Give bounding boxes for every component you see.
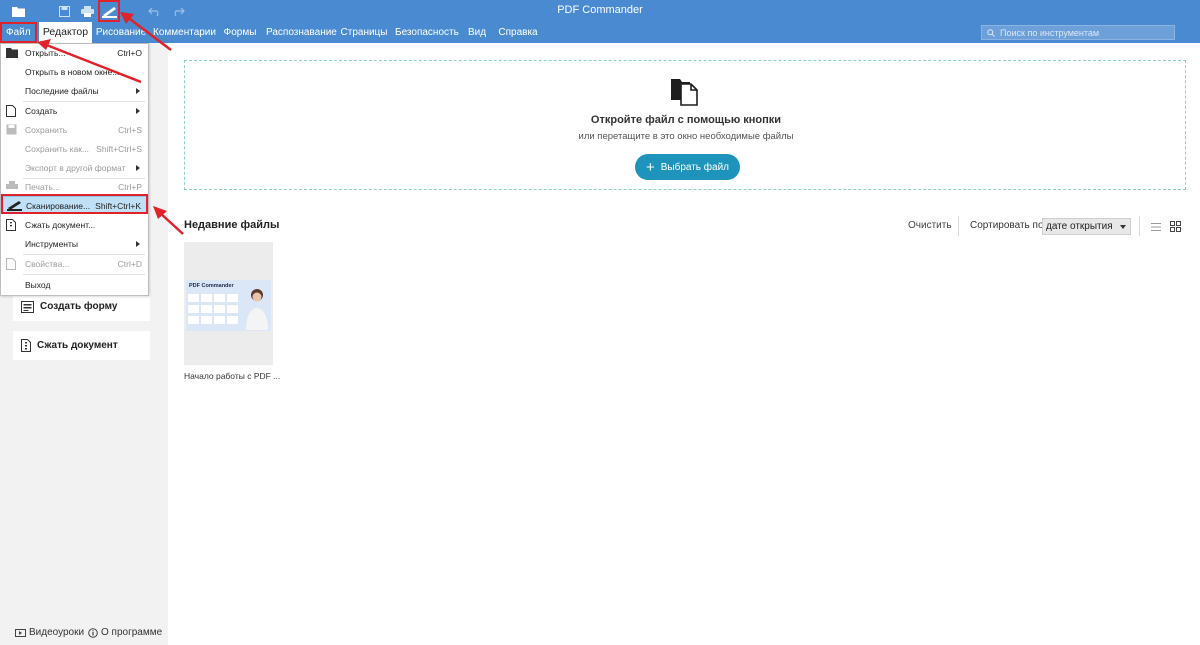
choose-file-button[interactable]: + Выбрать файл <box>635 154 740 180</box>
menu-item-recent-files[interactable]: Последние файлы <box>1 82 148 100</box>
about-link-label: О программе <box>101 627 163 638</box>
scanner-button-highlight <box>98 0 120 22</box>
menu-item-tools[interactable]: Инструменты <box>1 235 148 253</box>
compress-document-button[interactable]: Сжать документ <box>13 331 150 360</box>
divider <box>1139 216 1140 236</box>
compress-document-icon <box>21 339 31 352</box>
menu-item-label: Сохранить как... <box>25 144 90 154</box>
menu-item-properties[interactable]: Свойства... Ctrl+D <box>1 255 148 273</box>
menu-separator <box>23 274 145 275</box>
properties-icon <box>6 258 16 270</box>
menu-item-save[interactable]: Сохранить Ctrl+S <box>1 121 148 139</box>
new-document-icon <box>6 105 16 117</box>
plus-icon: + <box>645 158 655 176</box>
menu-item-create[interactable]: Создать <box>1 102 148 120</box>
menu-item-shortcut: Shift+Ctrl+S <box>96 144 142 154</box>
menu-item-export[interactable]: Экспорт в другой формат <box>1 159 148 177</box>
tab-view[interactable]: Вид <box>464 22 490 43</box>
submenu-arrow-icon <box>136 165 140 171</box>
tab-drawing[interactable]: Рисование <box>95 22 147 43</box>
grid-view-button[interactable] <box>1167 218 1184 235</box>
sort-label: Сортировать по: <box>970 220 1047 231</box>
tab-help[interactable]: Справка <box>497 22 539 43</box>
thumbnail-preview: PDF Commander <box>186 280 271 331</box>
menu-item-label: Свойства... <box>25 259 70 269</box>
open-folder-icon <box>6 48 18 58</box>
search-icon <box>987 28 995 37</box>
sort-select-value: дате открытия <box>1046 221 1113 232</box>
menu-item-open-new-window[interactable]: Открыть в новом окне... <box>1 63 148 81</box>
tab-security[interactable]: Безопасность <box>395 22 459 43</box>
drop-zone-title: Откройте файл с помощью кнопки <box>590 114 782 126</box>
tab-forms[interactable]: Формы <box>221 22 259 43</box>
recent-files-title: Недавние файлы <box>184 219 280 231</box>
print-icon <box>6 181 18 189</box>
open-file-icon <box>671 79 698 106</box>
menu-item-label: Выход <box>25 280 51 290</box>
save-icon[interactable] <box>54 2 74 20</box>
video-icon <box>15 628 26 637</box>
tab-editor[interactable]: Редактор <box>39 22 92 43</box>
menu-item-label: Открыть... <box>25 48 66 58</box>
save-icon <box>6 124 17 135</box>
submenu-arrow-icon <box>136 88 140 94</box>
tab-comments[interactable]: Комментарии <box>153 22 216 43</box>
list-view-button[interactable] <box>1147 218 1164 235</box>
videos-link[interactable]: Видеоуроки <box>15 627 84 638</box>
ribbon-tab-bar: Файл Редактор Рисование Комментарии Форм… <box>0 22 1200 54</box>
menu-item-label: Создать <box>25 106 58 116</box>
compress-document-label: Сжать документ <box>37 340 118 351</box>
menu-item-label: Инструменты <box>25 239 79 249</box>
compress-document-icon <box>6 219 16 231</box>
drop-zone-subtitle: или перетащите в это окно необходимые фа… <box>578 131 794 142</box>
form-icon <box>21 300 34 313</box>
print-icon[interactable] <box>77 2 97 20</box>
title-bar: PDF Commander <box>0 0 1200 22</box>
redo-icon[interactable] <box>168 2 188 20</box>
create-form-button[interactable]: Создать форму <box>13 292 150 321</box>
drop-zone[interactable]: Откройте файл с помощью кнопки или перет… <box>184 60 1186 190</box>
submenu-arrow-icon <box>136 108 140 114</box>
menu-item-shortcut: Ctrl+S <box>118 125 142 135</box>
menu-item-shortcut: Ctrl+O <box>117 48 142 58</box>
menu-item-save-as[interactable]: Сохранить как... Shift+Ctrl+S <box>1 140 148 158</box>
about-link[interactable]: О программе <box>88 627 162 638</box>
sort-select[interactable]: дате открытия <box>1042 218 1131 235</box>
menu-item-label: Сжать документ... <box>25 220 96 230</box>
thumbnail-grid-graphic <box>188 294 238 324</box>
tab-pages[interactable]: Страницы <box>340 22 388 43</box>
menu-item-label: Открыть в новом окне... <box>25 67 120 77</box>
menu-item-label: Экспорт в другой формат <box>25 163 126 173</box>
info-icon <box>88 627 98 638</box>
create-form-label: Создать форму <box>40 301 118 312</box>
menu-item-open[interactable]: Открыть... Ctrl+O <box>1 44 148 62</box>
recent-file-thumbnail[interactable]: PDF Commander <box>184 242 273 365</box>
list-view-icon <box>1150 222 1161 231</box>
recent-file-name: Начало работы с PDF ... <box>184 371 281 381</box>
submenu-arrow-icon <box>136 241 140 247</box>
file-menu: Открыть... Ctrl+O Открыть в новом окне..… <box>0 43 149 296</box>
undo-icon[interactable] <box>145 2 165 20</box>
divider <box>958 216 959 236</box>
menu-item-label: Последние файлы <box>25 86 99 96</box>
choose-file-label: Выбрать файл <box>660 161 730 173</box>
thumbnail-person-image <box>246 289 268 330</box>
menu-item-exit[interactable]: Выход <box>1 276 148 294</box>
search-input[interactable] <box>1000 27 1170 38</box>
chevron-down-icon <box>1120 225 1126 229</box>
scan-item-highlight <box>1 194 148 214</box>
tab-recognition[interactable]: Распознавание <box>266 22 337 43</box>
menu-item-shortcut: Ctrl+D <box>117 259 142 269</box>
menu-item-label: Сохранить <box>25 125 68 135</box>
tool-search[interactable] <box>981 25 1175 40</box>
menu-item-compress[interactable]: Сжать документ... <box>1 216 148 234</box>
open-folder-icon[interactable] <box>9 2 29 20</box>
grid-view-icon <box>1170 221 1181 232</box>
file-tab-highlight <box>0 22 37 43</box>
clear-button[interactable]: Очистить <box>908 220 952 231</box>
videos-link-label: Видеоуроки <box>29 627 85 638</box>
thumbnail-title: PDF Commander <box>189 283 234 289</box>
